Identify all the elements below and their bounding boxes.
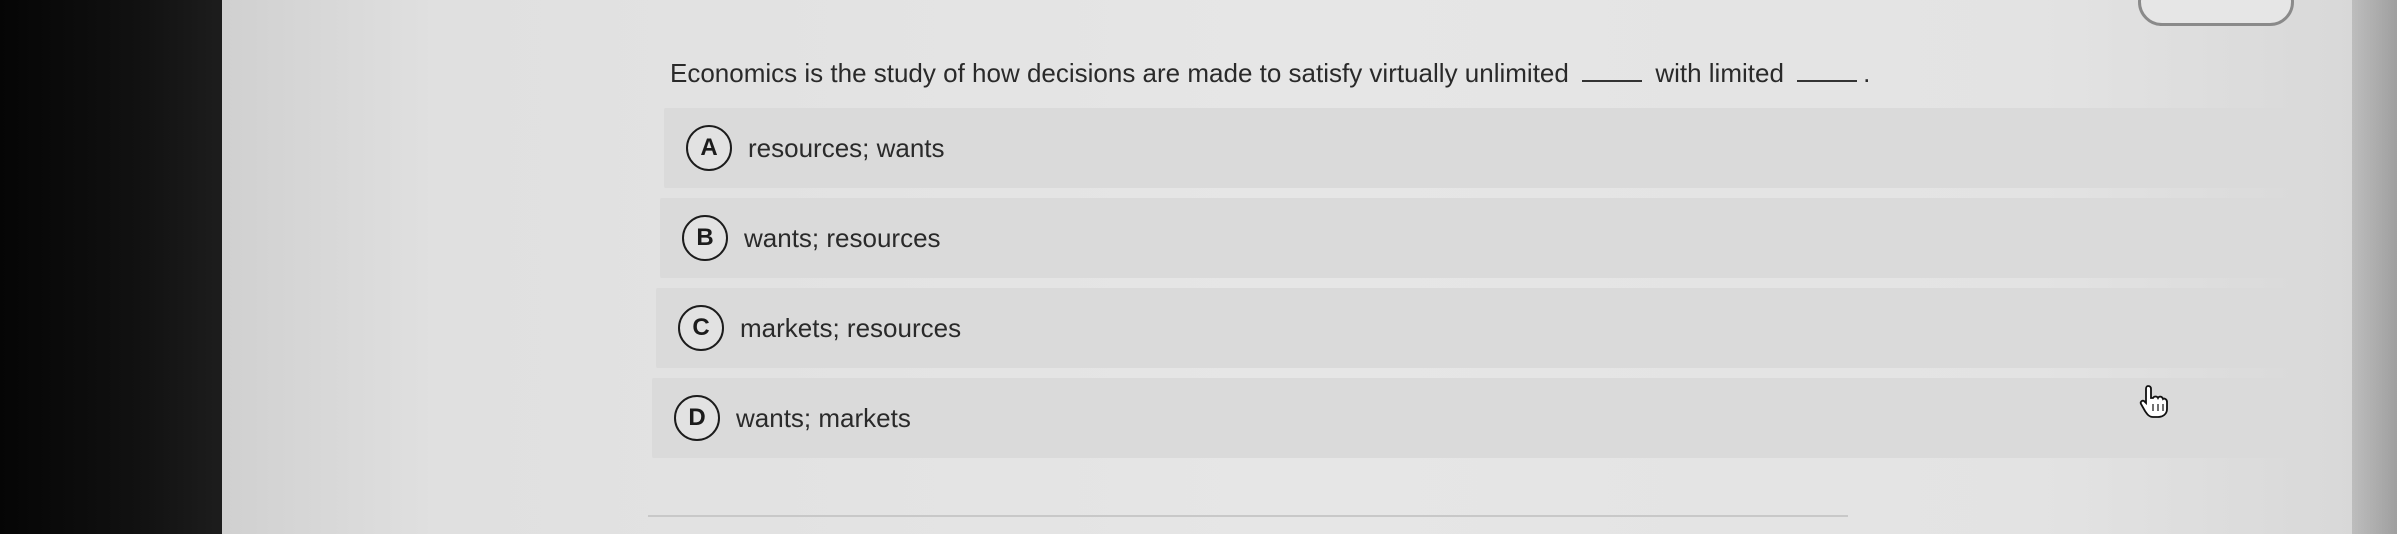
option-text-d: wants; markets <box>736 402 911 433</box>
option-letter-c: C <box>678 305 724 351</box>
option-d[interactable]: D wants; markets <box>652 378 2308 458</box>
question-prefix: Economics is the study of how decisions … <box>670 58 1569 88</box>
question-text: Economics is the study of how decisions … <box>670 58 1870 89</box>
monitor-bezel <box>0 0 230 534</box>
option-letter-d: D <box>674 395 720 441</box>
option-a[interactable]: A resources; wants <box>664 108 2296 188</box>
option-c[interactable]: C markets; resources <box>656 288 2304 368</box>
divider-line <box>648 515 1848 517</box>
question-middle: with limited <box>1655 58 1784 88</box>
option-text-a: resources; wants <box>748 132 945 163</box>
top-button[interactable] <box>2138 0 2294 26</box>
question-suffix: . <box>1863 58 1871 88</box>
option-b[interactable]: B wants; resources <box>660 198 2300 278</box>
option-text-b: wants; resources <box>744 222 941 253</box>
option-letter-a: A <box>686 125 732 171</box>
blank-2 <box>1797 80 1858 82</box>
option-text-c: markets; resources <box>740 312 962 343</box>
screen-right-edge <box>2352 0 2397 534</box>
hand-pointer-icon <box>2139 385 2168 418</box>
option-letter-b: B <box>682 215 728 261</box>
blank-1 <box>1582 80 1643 82</box>
